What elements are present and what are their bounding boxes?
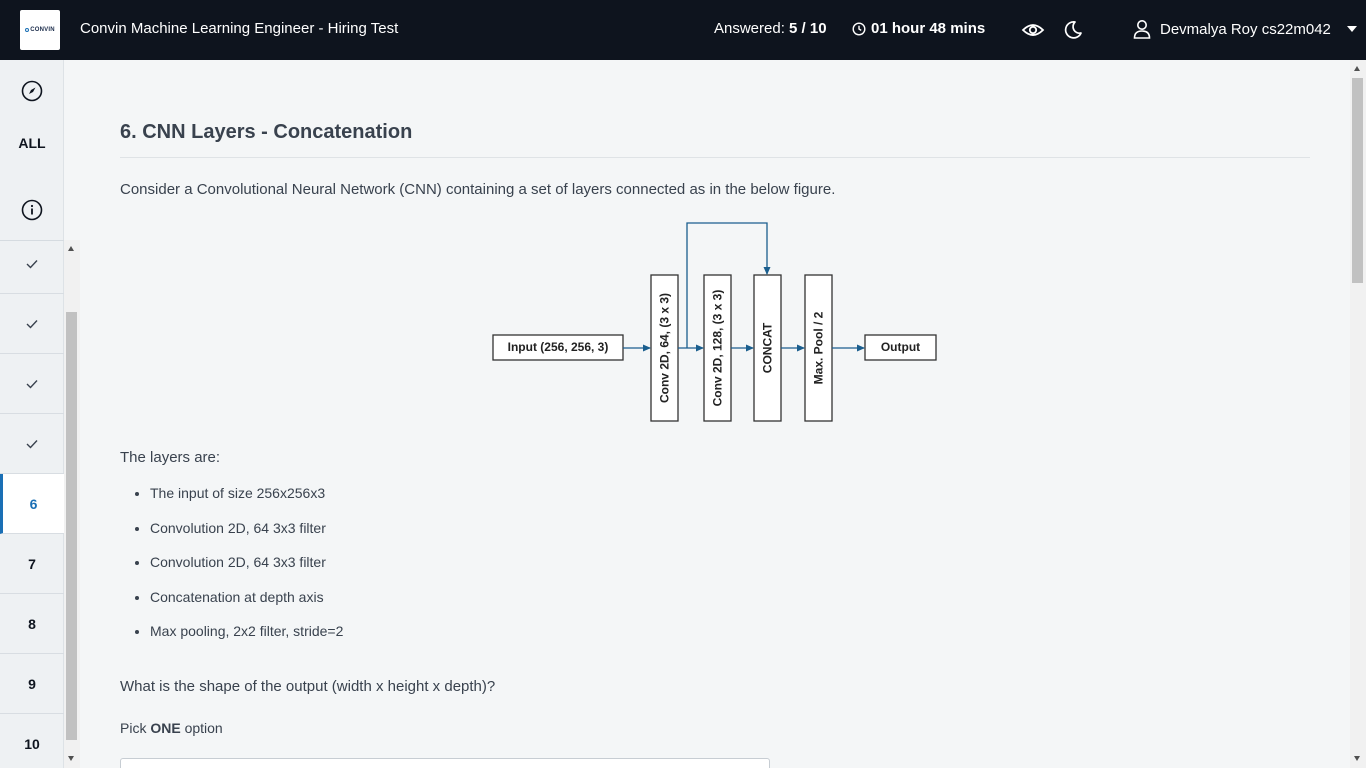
question-2[interactable] (0, 294, 64, 354)
question-8[interactable]: 8 (0, 594, 64, 654)
input-label: Input (256, 256, 3) (508, 340, 609, 354)
convin-logo: CONVIN (20, 10, 60, 50)
question-4[interactable] (0, 414, 64, 474)
question-panel: 6. CNN Layers - Concatenation Consider a… (80, 60, 1350, 768)
list-item: Convolution 2D, 64 3x3 filter (150, 519, 343, 554)
user-icon (1133, 20, 1151, 39)
scrollbar-thumb[interactable] (1352, 78, 1363, 283)
pool-label: Max. Pool / 2 (812, 311, 826, 384)
sidebar-scrollbar[interactable] (64, 240, 80, 768)
answered-counter: Answered: 5 / 10 (714, 20, 827, 37)
check-icon (26, 439, 38, 449)
compass-icon[interactable] (0, 76, 64, 106)
main-scrollbar[interactable] (1350, 60, 1366, 768)
output-label: Output (881, 340, 920, 354)
user-menu[interactable]: Devmalya Roy cs22m042 (1132, 18, 1357, 40)
chevron-down-icon (1346, 26, 1357, 32)
conv2-label: Conv 2D, 128, (3 x 3) (711, 290, 725, 407)
layer-list: The input of size 256x256x3 Convolution … (150, 484, 343, 657)
check-icon (26, 379, 38, 389)
scroll-down-arrow[interactable] (68, 756, 74, 761)
top-header: CONVIN Convin Machine Learning Engineer … (0, 0, 1366, 60)
info-icon[interactable] (0, 195, 64, 225)
question-sidebar: ALL 6 7 8 9 10 (0, 60, 80, 768)
layers-heading: The layers are: (120, 449, 221, 466)
answered-label: Answered: (714, 20, 785, 37)
pick-instruction: Pick ONE option (120, 720, 223, 736)
question-title: 6. CNN Layers - Concatenation (120, 121, 413, 143)
check-icon (26, 319, 38, 329)
question-prompt: What is the shape of the output (width x… (120, 678, 496, 695)
scroll-up-arrow[interactable] (1354, 66, 1360, 71)
question-3[interactable] (0, 354, 64, 414)
concat-label: CONCAT (761, 322, 775, 373)
check-icon (26, 259, 38, 269)
test-title: Convin Machine Learning Engineer - Hirin… (80, 20, 399, 37)
clock-icon (852, 21, 866, 36)
eye-icon[interactable] (1020, 18, 1046, 42)
user-name: Devmalya Roy cs22m042 (1160, 20, 1331, 38)
moon-icon[interactable] (1062, 18, 1084, 42)
list-item: Convolution 2D, 64 3x3 filter (150, 553, 343, 588)
sidebar-column: ALL 6 7 8 9 10 (0, 60, 64, 768)
cnn-diagram: Input (256, 256, 3) Conv 2D, 64, (3 x 3)… (492, 222, 937, 422)
answered-value: 5 / 10 (789, 20, 827, 37)
answer-option[interactable] (120, 758, 770, 768)
list-item: The input of size 256x256x3 (150, 484, 343, 519)
sidebar-all[interactable]: ALL (0, 135, 64, 151)
timer-value: 01 hour 48 mins (871, 20, 986, 37)
question-6[interactable]: 6 (0, 474, 64, 534)
title-divider (120, 157, 1310, 158)
pick-prefix: Pick (120, 720, 151, 736)
question-9[interactable]: 9 (0, 654, 64, 714)
question-1[interactable] (0, 234, 64, 294)
pick-bold: ONE (150, 720, 181, 736)
scroll-down-arrow[interactable] (1354, 756, 1360, 761)
scrollbar-thumb[interactable] (66, 312, 77, 740)
list-item: Concatenation at depth axis (150, 588, 343, 623)
scroll-up-arrow[interactable] (68, 246, 74, 251)
question-10[interactable]: 10 (0, 714, 64, 768)
conv1-label: Conv 2D, 64, (3 x 3) (658, 293, 672, 403)
question-intro: Consider a Convolutional Neural Network … (120, 181, 836, 198)
question-7[interactable]: 7 (0, 534, 64, 594)
pick-suffix: option (180, 720, 223, 736)
timer: 01 hour 48 mins (852, 20, 985, 37)
list-item: Max pooling, 2x2 filter, stride=2 (150, 622, 343, 657)
